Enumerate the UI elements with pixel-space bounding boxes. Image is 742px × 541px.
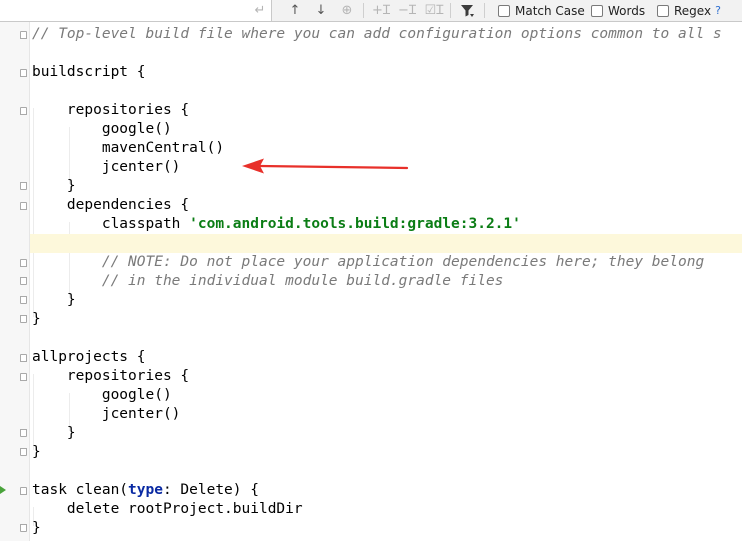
code-text: google() [32,121,172,137]
code-line[interactable]: } [32,519,742,538]
code-text: repositories { [32,102,190,118]
code-text: repositories { [32,368,190,384]
search-field[interactable]: ↵ [0,0,272,21]
code-text: } [32,292,76,308]
fold-marker-icon[interactable] [20,259,27,267]
code-line[interactable]: } [32,424,742,443]
code-line[interactable]: } [32,177,742,196]
code-line[interactable]: // NOTE: Do not place your application d… [32,253,742,272]
code-line[interactable]: classpath 'com.android.tools.build:gradl… [32,215,742,234]
enter-icon[interactable]: ↵ [250,2,270,19]
code-text: dependencies { [32,197,190,213]
code-text: mavenCentral() [32,140,225,156]
fold-marker-icon[interactable] [20,524,27,532]
run-task-icon[interactable] [0,486,6,494]
code-line[interactable]: google() [32,120,742,139]
fold-marker-icon[interactable] [20,429,27,437]
words-label: Words [608,3,646,18]
code-line[interactable]: task clean(type: Delete) { [32,481,742,500]
code-line[interactable] [32,44,742,63]
fold-marker-icon[interactable] [20,31,27,39]
code-text: } [32,444,41,460]
code-text: } [32,425,76,441]
annotation-arrow [242,158,409,174]
toolbar-divider [363,3,364,18]
code-line[interactable]: dependencies { [32,196,742,215]
code-text: } [32,311,41,327]
match-case-option[interactable]: Match Case [498,2,585,19]
fold-marker-icon[interactable] [20,107,27,115]
regex-label: Regex [674,3,712,18]
string-literal: 'com.android.tools.build:gradle:3.2.1' [189,216,521,232]
code-line[interactable]: repositories { [32,101,742,120]
code-line[interactable]: } [32,443,742,462]
code-line[interactable] [30,234,742,253]
find-toolbar: ↵ ↑ ↓ ⊕ +Ɪ −Ɪ ☑Ɪ Match Case Words Regex … [0,0,742,22]
code-editor[interactable]: // Top-level build file where you can ad… [0,22,742,541]
code-line[interactable]: // Top-level build file where you can ad… [32,25,742,44]
fold-marker-icon[interactable] [20,373,27,381]
code-line[interactable]: } [32,310,742,329]
code-line[interactable]: repositories { [32,367,742,386]
add-selection-icon[interactable]: +Ɪ [371,2,391,19]
code-line[interactable]: google() [32,386,742,405]
next-occurrence-icon[interactable]: ↓ [312,2,330,19]
code-line[interactable]: } [32,291,742,310]
fold-marker-icon[interactable] [20,315,27,323]
previous-occurrence-icon[interactable]: ↑ [286,2,304,19]
code-text: allprojects { [32,349,146,365]
fold-marker-icon[interactable] [20,448,27,456]
words-checkbox[interactable] [591,4,603,17]
code-line[interactable] [32,329,742,348]
code-text: : Delete) { [162,482,259,498]
regex-option[interactable]: Regex ? [657,2,721,19]
toolbar-divider [484,3,485,18]
code-text: delete rootProject.buildDir [32,501,303,517]
code-text: google() [32,387,172,403]
code-text: // in the individual module build.gradle… [32,273,504,289]
toolbar-divider [450,3,451,18]
fold-marker-icon[interactable] [20,296,27,304]
fold-marker-icon[interactable] [20,277,27,285]
code-text: classpath [32,216,190,232]
match-case-checkbox[interactable] [498,4,510,17]
code-line[interactable]: // in the individual module build.gradle… [32,272,742,291]
code-text: jcenter() [32,406,181,422]
named-argument: type [128,482,163,498]
code-line[interactable] [32,82,742,101]
remove-selection-icon[interactable]: −Ɪ [397,2,417,19]
select-all-occurrences-icon[interactable]: ☑Ɪ [423,2,445,19]
fold-marker-icon[interactable] [20,69,27,77]
find-all-icon[interactable]: ⊕ [337,2,357,19]
regex-help-link[interactable]: ? [715,4,721,17]
code-text: } [32,520,41,536]
code-line[interactable]: jcenter() [32,405,742,424]
fold-marker-icon[interactable] [20,354,27,362]
code-text: // Top-level build file where you can ad… [32,26,722,42]
code-text: } [32,178,76,194]
code-text: jcenter() [32,159,181,175]
code-text: // NOTE: Do not place your application d… [32,254,705,270]
code-text: task clean( [32,482,129,498]
fold-marker-icon[interactable] [20,487,27,495]
code-line[interactable] [32,462,742,481]
words-option[interactable]: Words [591,2,645,19]
code-line[interactable]: allprojects { [32,348,742,367]
filter-icon[interactable] [457,2,477,19]
code-line[interactable]: buildscript { [32,63,742,82]
fold-marker-icon[interactable] [20,182,27,190]
fold-marker-icon[interactable] [20,202,27,210]
code-text: buildscript { [32,64,146,80]
match-case-label: Match Case [515,3,585,18]
code-line[interactable]: delete rootProject.buildDir [32,500,742,519]
regex-checkbox[interactable] [657,4,669,17]
